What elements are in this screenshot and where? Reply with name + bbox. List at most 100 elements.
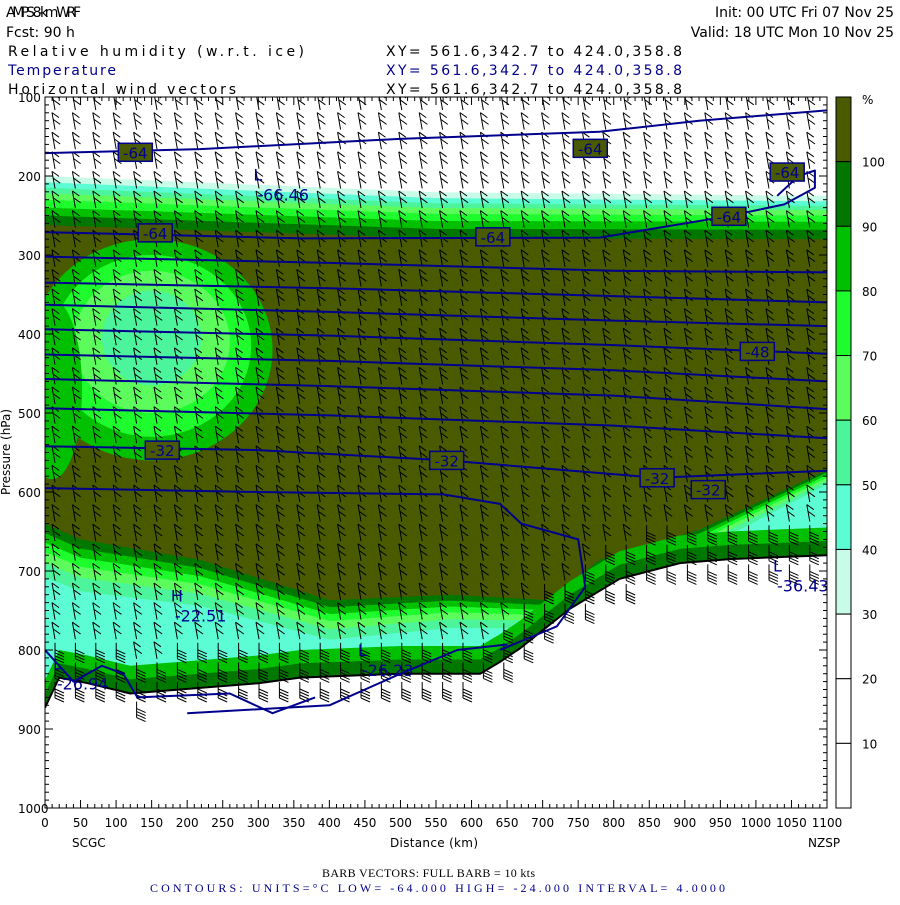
wind-barb [195, 132, 203, 149]
x-tick-label: 400 [318, 816, 341, 830]
contour-label: -48 [745, 343, 770, 361]
wind-barb-staff [542, 171, 545, 188]
wind-barb-staff [174, 132, 177, 149]
wind-barb-staff [440, 132, 443, 149]
wind-barb-staff [93, 152, 96, 169]
wind-barb-staff [664, 113, 667, 130]
wind-barb [378, 171, 386, 188]
field-xy-wind: XY= 561.6,342.7 to 424.0,358.8 [386, 82, 682, 98]
wind-barb-staff [480, 152, 483, 169]
init-time: Init: 00 UTC Fri 07 Nov 25 [715, 5, 894, 21]
wind-barb-staff [501, 171, 504, 188]
wind-barb [562, 113, 570, 130]
wind-barb-staff [236, 113, 239, 130]
wind-barb [154, 132, 162, 149]
wind-barb-staff [338, 152, 341, 169]
wind-barb [705, 132, 713, 149]
contour-label: -64 [775, 164, 800, 182]
wind-barb-staff [113, 152, 116, 169]
wind-barb [154, 113, 162, 130]
wind-barb [276, 93, 284, 110]
wind-barb [501, 171, 509, 188]
wind-barb [440, 152, 448, 169]
wind-barb [399, 132, 407, 149]
wind-barb-staff [154, 113, 157, 130]
wind-barb [542, 152, 550, 169]
wind-barb-staff [297, 93, 300, 110]
wind-barb-staff [746, 171, 749, 188]
wind-barb-staff [746, 93, 749, 110]
wind-barb [725, 171, 733, 188]
wind-barb-staff [276, 93, 279, 110]
wind-barb-staff [623, 152, 626, 169]
wind-barb [664, 132, 672, 149]
field-xy-rh: XY= 561.6,342.7 to 424.0,358.8 [386, 44, 682, 60]
wind-barb-staff [664, 152, 667, 169]
wind-barb-staff [317, 171, 320, 188]
wind-barb [72, 113, 80, 130]
wind-barb-staff [440, 171, 443, 188]
wind-barb-staff [746, 152, 749, 169]
wind-barb [521, 152, 529, 169]
wind-barb [276, 132, 284, 149]
wind-barb-staff [684, 152, 687, 169]
wind-barb-staff [93, 113, 96, 130]
wind-barb [236, 152, 244, 169]
wind-barb-staff [705, 132, 708, 149]
wind-barb-staff [399, 113, 402, 130]
wind-barb [684, 171, 692, 188]
wind-barb [705, 152, 713, 169]
wind-barb-staff [521, 113, 524, 130]
wind-barb-staff [480, 113, 483, 130]
wind-barb [378, 113, 386, 130]
x-tick-label: 100 [105, 816, 128, 830]
wind-barb-staff [766, 93, 769, 110]
wind-barb [52, 113, 60, 130]
wind-barb [807, 93, 815, 110]
wind-barb [93, 132, 101, 149]
wind-barb [338, 132, 346, 149]
wind-barb [276, 152, 284, 169]
wind-barb-staff [725, 93, 728, 110]
extremum-value: -36.43 [777, 576, 829, 595]
wind-barb [684, 132, 692, 149]
wind-barb [419, 132, 427, 149]
wind-barb [705, 171, 713, 188]
wind-barb-staff [705, 171, 708, 188]
field-name-wind: Horizontal wind vectors [8, 82, 236, 98]
wind-barb [480, 132, 488, 149]
wind-barb-staff [419, 113, 422, 130]
x-tick-label: 900 [673, 816, 696, 830]
wind-barb-staff [582, 113, 585, 130]
field-name-rh: Relative humidity (w.r.t. ice) [8, 44, 304, 60]
wind-barb-staff [358, 113, 361, 130]
wind-barb-staff [378, 171, 381, 188]
wind-barb-staff [338, 171, 341, 188]
wind-barb [317, 171, 325, 188]
x-tick-label: 450 [353, 816, 376, 830]
field-xy-temperature: XY= 561.6,342.7 to 424.0,358.8 [386, 63, 682, 79]
wind-barb-staff [174, 113, 177, 130]
wind-barb [623, 171, 631, 188]
wind-barb [644, 132, 652, 149]
wind-barb-staff [460, 113, 463, 130]
contour-label: -32 [150, 442, 175, 460]
wind-barb [705, 93, 713, 110]
wind-barb [195, 152, 203, 169]
wind-barb-staff [664, 132, 667, 149]
wind-barb-staff [521, 171, 524, 188]
extremum-value: -26.23 [362, 661, 414, 680]
wind-barb [746, 93, 754, 110]
wind-barb-staff [338, 93, 341, 110]
wind-barb [338, 93, 346, 110]
wind-barb-staff [786, 132, 789, 149]
wind-barb-staff [623, 132, 626, 149]
wind-barb-staff [215, 113, 218, 130]
wind-barb [419, 113, 427, 130]
wind-barb-staff [725, 132, 728, 149]
wind-barb [460, 152, 468, 169]
isotherm-line [45, 110, 827, 153]
wind-barb [562, 132, 570, 149]
x-tick-label: 350 [282, 816, 305, 830]
contour-label: -64 [578, 140, 603, 158]
